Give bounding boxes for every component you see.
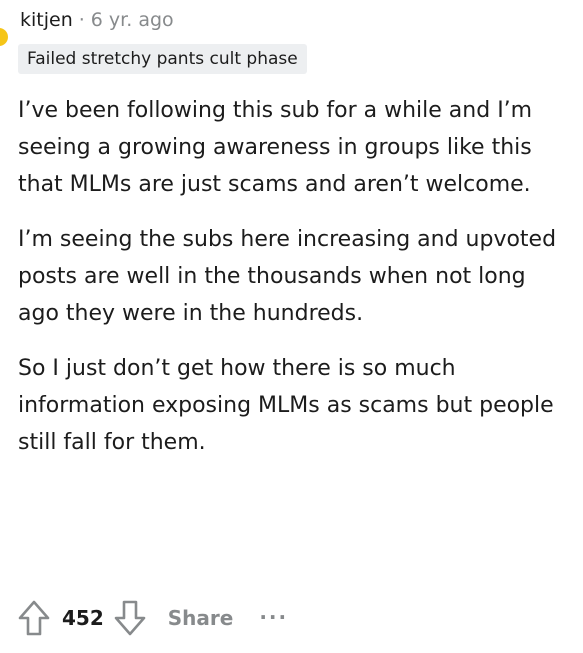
vote-score: 452 xyxy=(62,606,104,630)
timestamp-link[interactable]: 6 yr. ago xyxy=(91,9,174,31)
downvote-arrow-icon[interactable] xyxy=(112,598,148,638)
avatar[interactable] xyxy=(0,28,8,46)
comment: kitjen · 6 yr. ago Failed stretchy pants… xyxy=(0,0,583,653)
comment-paragraph: I’ve been following this sub for a while… xyxy=(18,98,533,197)
meta-separator: · xyxy=(78,9,85,31)
comment-paragraph: So I just don’t get how there is so much… xyxy=(18,356,554,455)
username-link[interactable]: kitjen xyxy=(20,9,73,31)
user-flair: Failed stretchy pants cult phase xyxy=(18,44,307,74)
comment-paragraph: I’m seeing the subs here increasing and … xyxy=(18,227,557,326)
comment-body: I’ve been following this sub for a while… xyxy=(18,92,563,479)
upvote-arrow-icon[interactable] xyxy=(16,598,52,638)
action-bar: 452 Share ... xyxy=(16,596,288,640)
comment-header: kitjen · 6 yr. ago xyxy=(20,6,174,34)
more-options-button[interactable]: ... xyxy=(259,600,288,624)
share-button[interactable]: Share xyxy=(168,606,234,630)
